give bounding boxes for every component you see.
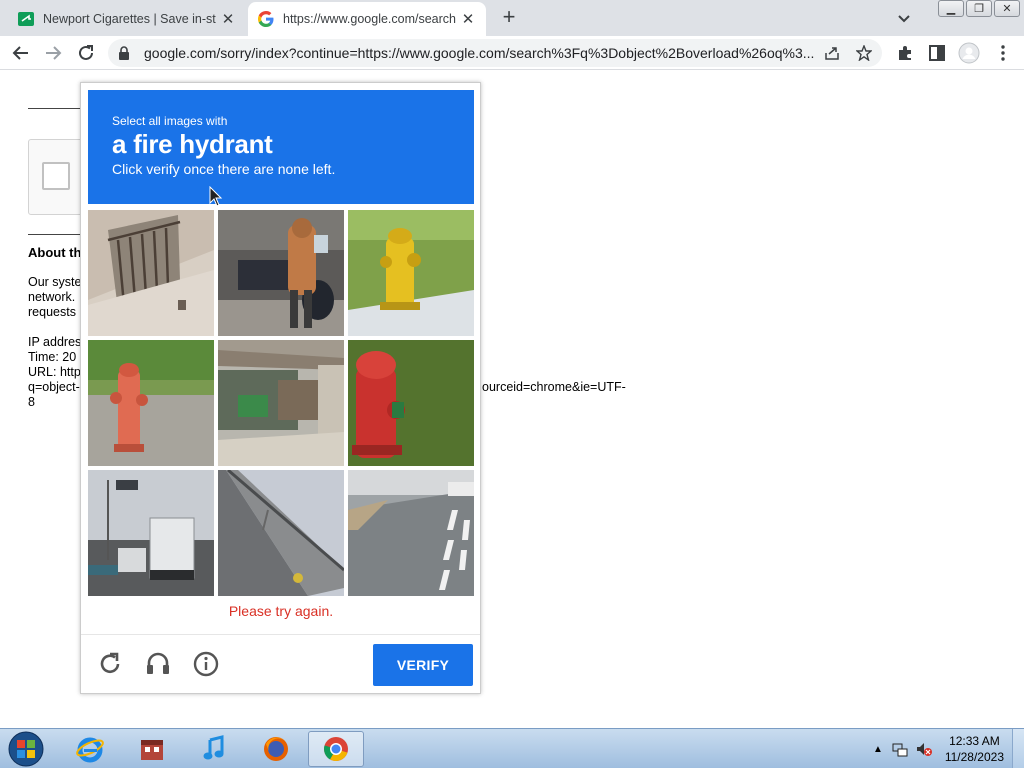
restore-icon[interactable]: ❐ xyxy=(966,0,992,17)
url-line: URL: http xyxy=(28,365,81,379)
firefox-icon[interactable] xyxy=(248,731,304,767)
url-text: google.com/sorry/index?continue=https://… xyxy=(144,45,815,61)
newport-favicon xyxy=(18,11,34,27)
volume-muted-icon[interactable] xyxy=(916,741,932,757)
divider xyxy=(28,108,80,109)
verify-button[interactable]: VERIFY xyxy=(373,644,473,686)
time-line: Time: 20 xyxy=(28,350,77,364)
paragraph-line: network. xyxy=(28,290,76,304)
error-message: Please try again. xyxy=(228,603,334,619)
audio-challenge-headphones-icon[interactable] xyxy=(143,649,173,679)
side-panel-icon[interactable] xyxy=(926,42,948,64)
url-tail: ourceid=chrome&ie=UTF- xyxy=(482,380,626,394)
window-controls: ▁ ❐ ✕ xyxy=(938,0,1020,17)
browser-menu-icon[interactable] xyxy=(992,42,1014,64)
recaptcha-challenge-dialog: Select all images with a fire hydrant Cl… xyxy=(80,82,481,694)
challenge-footer: VERIFY xyxy=(81,634,480,694)
itunes-icon[interactable] xyxy=(186,731,242,767)
forward-arrow-icon[interactable] xyxy=(42,42,64,64)
paragraph-line: requests xyxy=(28,305,76,319)
paragraph-line: Our syste xyxy=(28,275,82,289)
image-tile-market-stall[interactable] xyxy=(218,340,344,466)
url-line: 8 xyxy=(28,395,35,409)
browser-toolbar: google.com/sorry/index?continue=https://… xyxy=(0,36,1024,70)
address-bar[interactable]: google.com/sorry/index?continue=https://… xyxy=(108,39,882,67)
network-icon[interactable] xyxy=(892,741,908,757)
image-tile-building-balcony[interactable] xyxy=(88,210,214,336)
tab-title: Newport Cigarettes | Save in-stor xyxy=(43,12,216,26)
new-tab-plus-icon[interactable]: + xyxy=(498,6,520,28)
tab-search-chevron-icon[interactable] xyxy=(894,8,914,28)
target-object-text: a fire hydrant xyxy=(112,129,273,159)
image-grid xyxy=(88,210,474,596)
recaptcha-checkbox[interactable] xyxy=(42,162,70,190)
instruction-subtext: Click verify once there are none left. xyxy=(112,161,336,177)
store-icon[interactable] xyxy=(124,731,180,767)
lock-icon[interactable] xyxy=(118,46,132,60)
system-clock[interactable]: 12:33 AM 11/28/2023 xyxy=(945,733,1004,765)
tab-strip: Newport Cigarettes | Save in-stor ✕ http… xyxy=(0,0,1024,36)
image-tile-truck-road[interactable] xyxy=(88,470,214,596)
divider xyxy=(28,234,80,235)
recaptcha-checkbox-widget xyxy=(28,139,88,215)
reload-icon[interactable] xyxy=(75,42,97,64)
google-favicon xyxy=(258,11,274,27)
show-desktop-button[interactable] xyxy=(1012,729,1024,768)
tab-title: https://www.google.com/search? xyxy=(283,12,456,26)
info-icon[interactable] xyxy=(191,649,221,679)
tab-close-icon[interactable]: ✕ xyxy=(460,10,476,28)
start-button-windows-orb-icon[interactable] xyxy=(6,730,46,768)
share-icon[interactable] xyxy=(822,43,842,63)
chrome-icon[interactable] xyxy=(308,731,364,767)
reload-challenge-icon[interactable] xyxy=(95,649,125,679)
image-tile-highway-overpass[interactable] xyxy=(218,470,344,596)
extensions-puzzle-icon[interactable] xyxy=(894,42,916,64)
close-window-icon[interactable]: ✕ xyxy=(994,0,1020,17)
bookmark-star-icon[interactable] xyxy=(854,43,874,63)
image-tile-yellow-fire-hydrant[interactable] xyxy=(348,210,474,336)
image-tile-street-crosswalk[interactable] xyxy=(348,470,474,596)
clock-date: 11/28/2023 xyxy=(944,750,1004,764)
tab-close-icon[interactable]: ✕ xyxy=(220,10,236,28)
show-hidden-icons-chevron-icon[interactable]: ▲ xyxy=(870,741,886,757)
mouse-cursor-icon xyxy=(209,185,225,208)
back-arrow-icon[interactable] xyxy=(10,42,32,64)
image-tile-red-fire-hydrant[interactable] xyxy=(88,340,214,466)
about-heading: About th xyxy=(28,245,82,260)
windows-taskbar: ▲ 12:33 AM 11/28/2023 xyxy=(0,728,1024,768)
tab-newport[interactable]: Newport Cigarettes | Save in-stor ✕ xyxy=(8,2,246,36)
image-tile-person-motorcycle[interactable] xyxy=(218,210,344,336)
tab-google-search[interactable]: https://www.google.com/search? ✕ xyxy=(248,2,486,36)
ip-address-line: IP addres xyxy=(28,335,82,349)
instruction-text: Select all images with xyxy=(112,114,228,128)
url-line: q=object- xyxy=(28,380,80,394)
image-tile-red-fire-hydrant-close[interactable] xyxy=(348,340,474,466)
clock-time: 12:33 AM xyxy=(949,734,1000,748)
minimize-icon[interactable]: ▁ xyxy=(938,0,964,17)
internet-explorer-icon[interactable] xyxy=(62,731,118,767)
profile-avatar-icon[interactable] xyxy=(958,42,980,64)
challenge-header: Select all images with a fire hydrant Cl… xyxy=(88,90,474,204)
